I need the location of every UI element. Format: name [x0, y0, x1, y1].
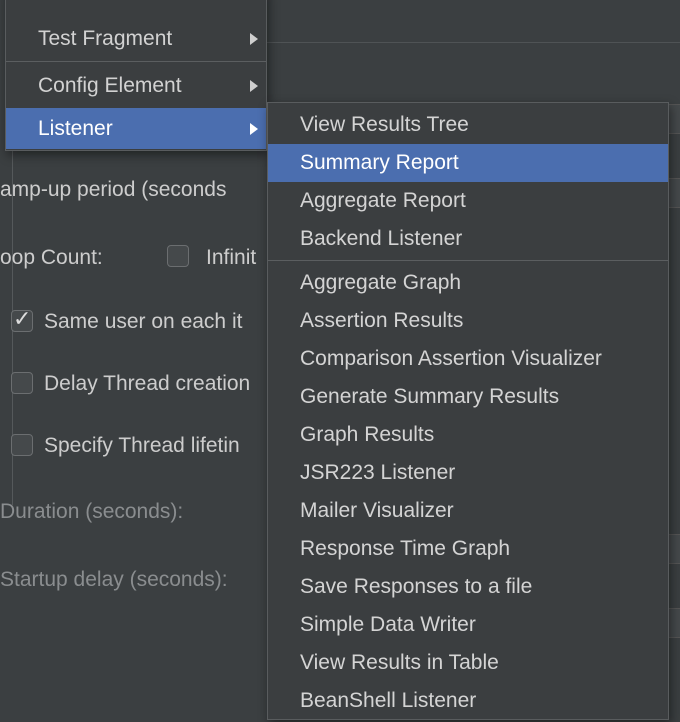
menu-item-summary-report[interactable]: Summary Report [268, 144, 668, 182]
menu-item-view-results-in-table[interactable]: View Results in Table [268, 644, 668, 682]
menu-item-label: Save Responses to a file [300, 575, 533, 598]
menu-item-label: Listener [38, 116, 113, 140]
divider-line [267, 42, 680, 43]
submenu-arrow-icon [250, 122, 258, 135]
menu-item-mailer-visualizer[interactable]: Mailer Visualizer [268, 492, 668, 530]
menu-item-jsr223-listener[interactable]: JSR223 Listener [268, 454, 668, 492]
menu-item-listener[interactable]: Listener [6, 108, 266, 149]
menu-item-label: Generate Summary Results [300, 385, 560, 408]
add-context-menu: Test Fragment Config Element Listener [5, 0, 267, 151]
listener-submenu: View Results Tree Summary Report Aggrega… [267, 102, 669, 720]
menu-item-beanshell-listener[interactable]: BeanShell Listener [268, 682, 668, 720]
submenu-arrow-icon [250, 80, 258, 92]
menu-item-label: Graph Results [300, 423, 435, 446]
menu-item-save-responses-to-file[interactable]: Save Responses to a file [268, 568, 668, 606]
menu-item-view-results-tree[interactable]: View Results Tree [268, 106, 668, 144]
menu-item-label: Response Time Graph [300, 537, 511, 560]
menu-item-label: Test Fragment [38, 27, 173, 50]
checkmark-icon: ✓ [13, 307, 32, 332]
menu-item-label: Config Element [38, 74, 182, 97]
menu-item-label: Mailer Visualizer [300, 499, 454, 522]
menu-item-backend-listener[interactable]: Backend Listener [268, 220, 668, 258]
menu-separator [6, 61, 266, 62]
menu-item-label: Simple Data Writer [300, 613, 476, 636]
menu-item-graph-results[interactable]: Graph Results [268, 416, 668, 454]
menu-item-aggregate-graph[interactable]: Aggregate Graph [268, 264, 668, 302]
menu-item-simple-data-writer[interactable]: Simple Data Writer [268, 606, 668, 644]
menu-item-label: Aggregate Graph [300, 271, 462, 294]
delay-thread-label: Delay Thread creation [44, 372, 251, 395]
submenu-arrow-icon [250, 33, 258, 45]
menu-item-label: View Results in Table [300, 651, 499, 674]
menu-item-label: Assertion Results [300, 309, 464, 332]
specify-lifetime-label: Specify Thread lifetin [44, 434, 240, 457]
menu-item-assertion-results[interactable]: Assertion Results [268, 302, 668, 340]
duration-label: Duration (seconds): [0, 500, 184, 523]
specify-lifetime-checkbox[interactable] [11, 434, 33, 456]
menu-item-response-time-graph[interactable]: Response Time Graph [268, 530, 668, 568]
infinite-label: Infinit [206, 246, 257, 269]
infinite-checkbox[interactable] [167, 245, 189, 267]
menu-item-label: Aggregate Report [300, 189, 466, 212]
loop-count-label: oop Count: [0, 246, 103, 269]
menu-item-label: Backend Listener [300, 227, 463, 250]
menu-item-label: JSR223 Listener [300, 461, 456, 484]
menu-item-label: Summary Report [300, 151, 459, 174]
same-user-checkbox[interactable]: ✓ [11, 307, 33, 332]
menu-item-label: Comparison Assertion Visualizer [300, 347, 602, 370]
menu-item-test-fragment[interactable]: Test Fragment [6, 20, 266, 58]
menu-item-generate-summary-results[interactable]: Generate Summary Results [268, 378, 668, 416]
menu-item-comparison-assertion-visualizer[interactable]: Comparison Assertion Visualizer [268, 340, 668, 378]
menu-item-config-element[interactable]: Config Element [6, 67, 266, 105]
menu-item-label: BeanShell Listener [300, 689, 477, 712]
ramp-up-label: amp-up period (seconds [0, 178, 227, 201]
same-user-label: Same user on each it [44, 310, 243, 333]
startup-delay-label: Startup delay (seconds): [0, 568, 228, 591]
delay-thread-checkbox[interactable] [11, 372, 33, 394]
menu-separator [268, 260, 668, 261]
menu-item-aggregate-report[interactable]: Aggregate Report [268, 182, 668, 220]
menu-item-label: View Results Tree [300, 113, 469, 136]
